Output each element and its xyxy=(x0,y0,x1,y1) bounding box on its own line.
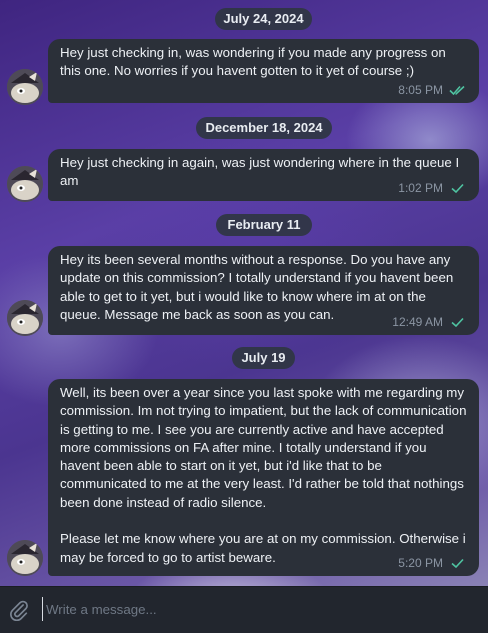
avatar[interactable] xyxy=(7,166,43,202)
avatar-image xyxy=(7,540,43,576)
message-composer xyxy=(0,586,488,633)
date-separator: February 11 xyxy=(216,214,312,236)
message-time: 8:05 PM xyxy=(398,82,443,97)
message-bubble[interactable]: Hey just checking in again, was just won… xyxy=(48,149,479,201)
avatar[interactable] xyxy=(7,69,43,105)
message-input[interactable] xyxy=(42,597,462,621)
message-meta: 12:49 AM xyxy=(392,313,467,331)
message-meta: 8:05 PM xyxy=(398,81,467,99)
date-separator: July 24, 2024 xyxy=(215,8,312,30)
double-check-icon xyxy=(449,85,465,96)
message-bubble[interactable]: Hey its been several months without a re… xyxy=(48,246,479,335)
message-meta: 5:20 PM xyxy=(398,554,467,572)
message-time: 5:20 PM xyxy=(398,555,443,570)
message-time: 12:49 AM xyxy=(392,314,443,329)
message-time: 1:02 PM xyxy=(398,180,443,195)
avatar[interactable] xyxy=(7,300,43,336)
single-check-icon xyxy=(451,558,464,568)
chat-background: July 24, 2024 Hey just checking in, was … xyxy=(0,0,488,586)
avatar-image xyxy=(7,166,43,202)
single-check-icon xyxy=(451,183,464,193)
avatar-image xyxy=(7,69,43,105)
avatar-image xyxy=(7,300,43,336)
single-check-icon xyxy=(451,317,464,327)
message-bubble[interactable]: Well, its been over a year since you las… xyxy=(48,379,479,576)
message-bubble[interactable]: Hey just checking in, was wondering if y… xyxy=(48,39,479,103)
date-separator: December 18, 2024 xyxy=(196,117,332,139)
message-text: Hey just checking in, was wondering if y… xyxy=(60,45,450,79)
avatar[interactable] xyxy=(7,540,43,576)
message-text: Well, its been over a year since you las… xyxy=(60,385,467,565)
paperclip-icon[interactable] xyxy=(8,599,30,621)
message-meta: 1:02 PM xyxy=(398,179,467,197)
date-separator: July 19 xyxy=(232,347,295,369)
